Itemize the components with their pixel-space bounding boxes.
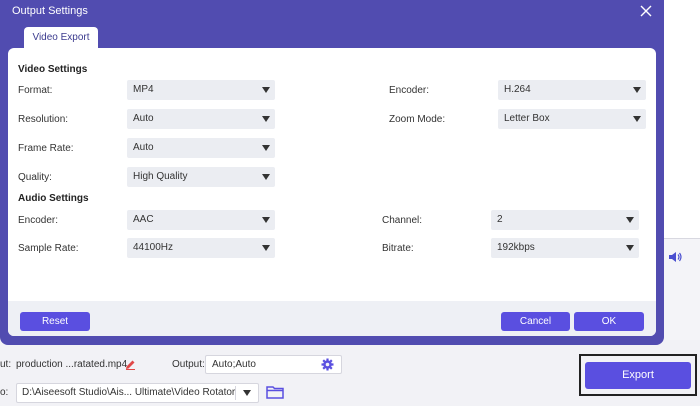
format-label: Format: — [18, 85, 53, 96]
chevron-down-icon — [633, 116, 641, 122]
output-settings-dialog: Output Settings Video Export Video Setti… — [0, 0, 664, 345]
chevron-down-icon — [262, 174, 270, 180]
chevron-down-icon — [262, 245, 270, 251]
channel-select[interactable]: 2 — [491, 210, 639, 230]
format-select[interactable]: MP4 — [127, 80, 275, 100]
file-name: production ...ratated.mp4 — [16, 359, 128, 370]
cancel-button[interactable]: Cancel — [501, 312, 570, 331]
zoom-mode-label: Zoom Mode: — [389, 114, 446, 125]
save-to-label: o: — [0, 387, 9, 398]
chevron-down-icon — [243, 390, 251, 396]
settings-panel: Video Settings Format: MP4 Encoder: H.26… — [8, 48, 656, 336]
dialog-footer: Reset Cancel OK — [8, 301, 656, 336]
output-format-value: Auto;Auto — [212, 359, 256, 370]
save-path-select[interactable]: D:\Aiseesoft Studio\Ais... Ultimate\Vide… — [16, 383, 259, 403]
video-settings-heading: Video Settings — [18, 64, 88, 75]
volume-icon[interactable] — [668, 251, 682, 263]
channel-value: 2 — [497, 214, 503, 225]
frame-rate-label: Frame Rate: — [18, 143, 74, 154]
save-path-value: D:\Aiseesoft Studio\Ais... Ultimate\Vide… — [22, 387, 236, 398]
reset-button[interactable]: Reset — [20, 312, 90, 331]
chevron-down-icon — [262, 87, 270, 93]
chevron-down-icon — [262, 145, 270, 151]
bitrate-value: 192kbps — [497, 242, 535, 253]
dialog-title: Output Settings — [12, 5, 88, 17]
resolution-label: Resolution: — [18, 114, 69, 125]
audio-encoder-select[interactable]: AAC — [127, 210, 275, 230]
audio-encoder-label: Encoder: — [18, 215, 59, 226]
zoom-mode-value: Letter Box — [504, 113, 550, 124]
chevron-down-icon — [626, 245, 634, 251]
audio-settings-heading: Audio Settings — [18, 193, 89, 204]
sample-rate-label: Sample Rate: — [18, 243, 79, 254]
channel-label: Channel: — [382, 215, 423, 226]
chevron-down-icon — [626, 217, 634, 223]
chevron-down-icon — [633, 87, 641, 93]
quality-value: High Quality — [133, 171, 188, 182]
zoom-mode-select[interactable]: Letter Box — [498, 109, 646, 129]
ok-button[interactable]: OK — [574, 312, 644, 331]
frame-rate-select[interactable]: Auto — [127, 138, 275, 158]
tab-video-export[interactable]: Video Export — [24, 27, 98, 49]
chevron-down-icon — [262, 116, 270, 122]
bitrate-select[interactable]: 192kbps — [491, 238, 639, 258]
audio-encoder-value: AAC — [133, 214, 154, 225]
quality-label: Quality: — [18, 172, 52, 183]
frame-rate-value: Auto — [133, 142, 154, 153]
sample-rate-value: 44100Hz — [133, 242, 174, 253]
quality-select[interactable]: High Quality — [127, 167, 275, 187]
edit-icon[interactable] — [125, 359, 136, 370]
video-encoder-value: H.264 — [504, 84, 531, 95]
folder-icon[interactable] — [266, 385, 284, 399]
resolution-value: Auto — [133, 113, 154, 124]
resolution-select[interactable]: Auto — [127, 109, 275, 129]
export-button[interactable]: Export — [585, 362, 691, 389]
bitrate-label: Bitrate: — [382, 243, 414, 254]
gear-icon[interactable] — [321, 358, 334, 371]
chevron-down-icon — [262, 217, 270, 223]
video-encoder-label: Encoder: — [389, 85, 430, 96]
divider — [235, 386, 236, 400]
file-label: ut: — [0, 359, 12, 370]
sample-rate-select[interactable]: 44100Hz — [127, 238, 275, 258]
video-encoder-select[interactable]: H.264 — [498, 80, 646, 100]
close-icon[interactable] — [638, 3, 654, 19]
format-value: MP4 — [133, 84, 154, 95]
output-label: Output: — [172, 359, 205, 370]
